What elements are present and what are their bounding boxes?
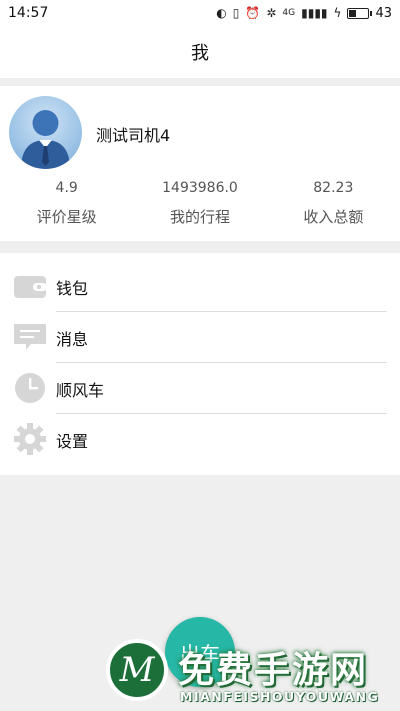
menu-item-label: 设置: [56, 432, 89, 451]
battery-icon: [347, 7, 373, 19]
menu-item-settings[interactable]: 设置: [0, 414, 400, 465]
watermark: M 免费手游网 MIANFEISHOUYOUWANG: [100, 635, 400, 711]
menu-list: 钱包 消息 顺风车 设置: [0, 253, 400, 475]
title-bar: 我: [0, 26, 400, 78]
stat-rating[interactable]: 4.9 评价星级: [0, 178, 133, 227]
watermark-logo: M: [106, 639, 168, 701]
stat-label: 评价星级: [36, 208, 97, 226]
battery-level: 43: [375, 5, 392, 21]
clock-icon: [15, 373, 45, 403]
stat-value: 82.23: [313, 180, 354, 196]
user-avatar-icon: [21, 110, 70, 169]
wallet-icon: [14, 276, 47, 298]
stat-trips[interactable]: 1493986.0 我的行程: [133, 178, 266, 227]
profile-name: 测试司机4: [96, 126, 171, 145]
menu-item-label: 顺风车: [56, 381, 105, 400]
profile-stats: 4.9 评价星级 1493986.0 我的行程 82.23 收入总额: [0, 178, 400, 227]
stat-label: 我的行程: [169, 208, 230, 226]
signal-icon: ▮▮▮▮: [301, 6, 328, 20]
menu-item-wallet[interactable]: 钱包: [0, 261, 400, 312]
stat-label: 收入总额: [303, 208, 364, 226]
message-icon: [14, 324, 46, 350]
watermark-subtitle: MIANFEISHOUYOUWANG: [180, 689, 380, 704]
charging-icon: ϟ: [333, 6, 342, 20]
alarm-icon: ⏰: [245, 6, 261, 20]
gear-icon: [14, 423, 46, 455]
stat-income[interactable]: 82.23 收入总额: [267, 178, 400, 227]
profile-card: 测试司机4 4.9 评价星级 1493986.0 我的行程 82.23 收入总额: [0, 86, 400, 241]
menu-item-label: 钱包: [56, 279, 89, 298]
stat-value: 4.9: [55, 180, 78, 196]
status-bar: 14:57 ◐ ▯ ⏰ ✲ 4G ▮▮▮▮ ϟ 43: [0, 0, 400, 26]
page-title: 我: [191, 43, 209, 64]
watermark-title: 免费手游网: [178, 650, 369, 691]
stat-value: 1493986.0: [162, 180, 238, 196]
menu-item-carpool[interactable]: 顺风车: [0, 363, 400, 414]
do-not-disturb-icon: ◐: [216, 6, 227, 20]
status-time: 14:57: [8, 5, 49, 21]
network-label: 4G: [282, 7, 296, 18]
app-notification-icon: ✲: [266, 6, 277, 20]
vibrate-icon: ▯: [232, 6, 240, 20]
menu-item-messages[interactable]: 消息: [0, 312, 400, 363]
avatar[interactable]: [9, 96, 82, 169]
menu-item-label: 消息: [56, 330, 89, 349]
status-icons: ◐ ▯ ⏰ ✲ 4G ▮▮▮▮ ϟ 43: [216, 6, 392, 21]
